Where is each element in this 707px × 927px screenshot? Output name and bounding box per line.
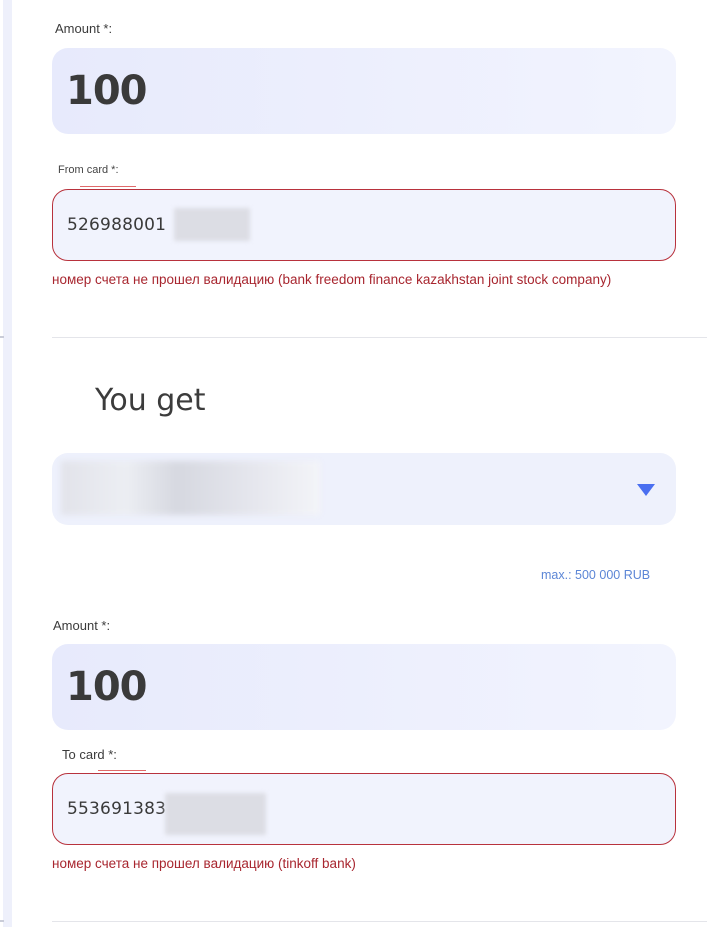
max-limit-note: max.: 500 000 RUB bbox=[541, 568, 651, 582]
give-amount-label: Amount *: bbox=[55, 21, 113, 36]
get-amount-value[interactable]: 100 bbox=[66, 664, 147, 710]
from-card-label: From card *: bbox=[58, 164, 119, 176]
exchange-form: Amount *: 100 From card *: 526988001 ном… bbox=[0, 0, 707, 927]
to-card-field[interactable]: 553691383 bbox=[52, 773, 676, 845]
from-card-value[interactable]: 526988001 bbox=[67, 215, 166, 235]
from-card-redaction bbox=[174, 208, 250, 241]
left-panel-tick bbox=[0, 336, 4, 338]
receive-method-select[interactable] bbox=[52, 453, 676, 525]
to-card-label-underline bbox=[98, 770, 146, 771]
get-amount-label: Amount *: bbox=[53, 618, 111, 633]
left-panel-tick bbox=[0, 920, 4, 922]
get-amount-field[interactable]: 100 bbox=[52, 644, 676, 730]
to-card-redaction bbox=[165, 793, 266, 835]
section-divider bbox=[52, 337, 707, 338]
from-card-error: номер счета не прошел валидацию (bank fr… bbox=[52, 272, 612, 287]
left-panel-edge bbox=[0, 0, 3, 927]
left-panel-rail bbox=[0, 0, 12, 927]
chevron-down-icon[interactable] bbox=[637, 484, 655, 496]
you-get-title: You get bbox=[95, 383, 206, 418]
section-divider-bottom bbox=[52, 921, 707, 922]
to-card-error: номер счета не прошел валидацию (tinkoff… bbox=[52, 856, 356, 871]
from-card-field[interactable]: 526988001 bbox=[52, 189, 676, 261]
give-amount-value[interactable]: 100 bbox=[66, 68, 147, 114]
from-card-label-underline bbox=[80, 186, 136, 187]
to-card-label: To card *: bbox=[62, 747, 117, 762]
give-amount-field[interactable]: 100 bbox=[52, 48, 676, 134]
receive-method-redaction bbox=[61, 461, 320, 515]
to-card-value[interactable]: 553691383 bbox=[67, 799, 166, 819]
